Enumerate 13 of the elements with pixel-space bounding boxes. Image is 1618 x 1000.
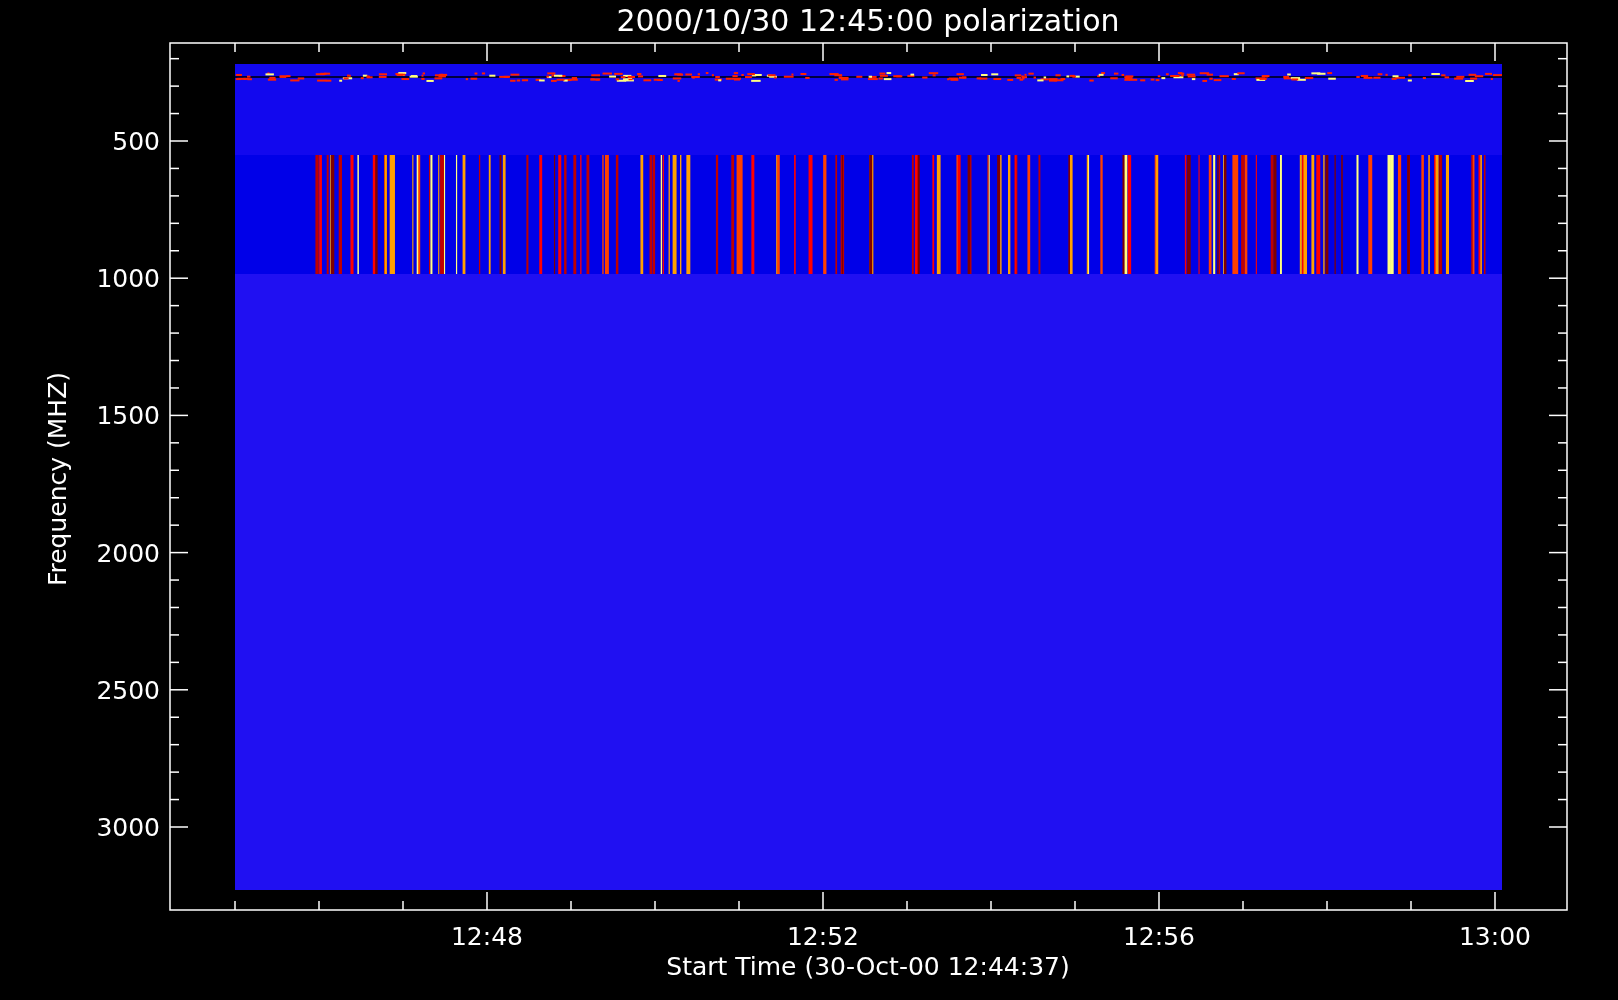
y-axis-label: Frequency (MHZ) [43, 371, 72, 587]
y-tick-label: 1000 [96, 264, 160, 294]
x-tick-label: 13:00 [1459, 922, 1531, 951]
x-tick-label: 12:48 [451, 922, 523, 951]
y-tick-label: 1500 [96, 401, 160, 431]
x-axis-label: Start Time (30-Oct-00 12:44:37) [666, 952, 1070, 981]
x-tick-label: 12:56 [1123, 922, 1195, 951]
y-tick-label: 3000 [96, 813, 160, 842]
y-tick-label: 2000 [96, 538, 160, 568]
y-tick-label: 500 [112, 127, 160, 156]
y-tick-label: 2500 [96, 675, 160, 705]
x-tick-label: 12:52 [787, 922, 859, 951]
plot-title: 2000/10/30 12:45:00 polarization [616, 3, 1120, 38]
